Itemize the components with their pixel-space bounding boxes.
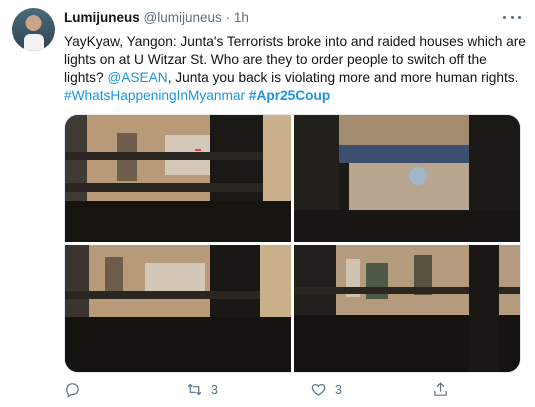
tweet-text: YayKyaw, Yangon: Junta's Terrorists brok… <box>64 33 526 105</box>
photo-3[interactable] <box>65 245 291 372</box>
avatar[interactable] <box>12 8 55 51</box>
tweet[interactable]: Lumijuneus @lumijuneus · 1h YayKyaw, Yan… <box>0 0 535 407</box>
like-button[interactable]: 3 <box>310 381 342 398</box>
hashtag-link-2[interactable]: #Apr25Coup <box>249 88 330 103</box>
tweet-text-body-2: , Junta you back is violating more and m… <box>167 70 519 85</box>
like-count: 3 <box>335 382 342 397</box>
media-grid <box>64 114 521 373</box>
like-icon <box>311 383 326 396</box>
more-icon[interactable] <box>503 10 521 24</box>
share-icon <box>434 382 447 396</box>
photo-1[interactable] <box>65 115 291 242</box>
timestamp[interactable]: 1h <box>234 10 249 25</box>
separator: · <box>225 10 231 25</box>
retweet-count: 3 <box>211 382 218 397</box>
tweet-header: Lumijuneus @lumijuneus · 1h <box>64 10 249 28</box>
share-button[interactable] <box>432 381 449 398</box>
photo-2[interactable] <box>294 115 520 242</box>
reply-button[interactable] <box>64 381 81 398</box>
reply-icon <box>66 383 79 398</box>
photo-4[interactable] <box>294 245 520 372</box>
hashtag-link[interactable]: #WhatsHappeningInMyanmar <box>64 88 245 103</box>
retweet-icon <box>187 383 202 396</box>
mention-link[interactable]: @ASEAN <box>107 70 167 85</box>
retweet-button[interactable]: 3 <box>186 381 218 398</box>
author-handle[interactable]: @lumijuneus <box>144 10 222 25</box>
tweet-actions: 3 3 <box>64 381 504 401</box>
author-name[interactable]: Lumijuneus <box>64 10 140 25</box>
